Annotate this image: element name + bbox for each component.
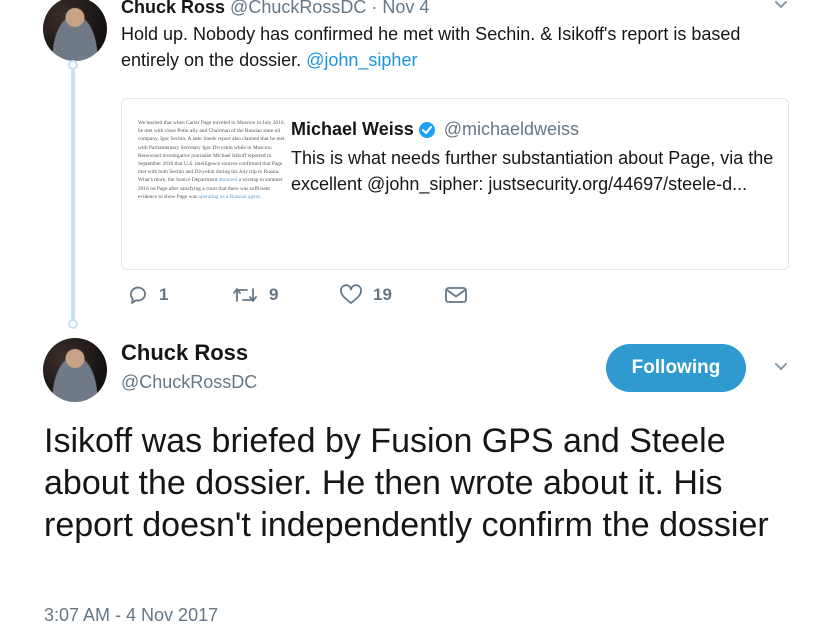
thread-connector xyxy=(71,70,75,326)
reply-count: 1 xyxy=(159,285,169,304)
quoted-header: Michael Weiss @michaeldweiss xyxy=(291,119,579,140)
image-link: operating as a Russian agent xyxy=(198,193,260,200)
main-author-name[interactable]: Chuck Ross xyxy=(121,340,248,366)
mention-link[interactable]: @john_sipher xyxy=(306,50,417,70)
thread-dot-top xyxy=(68,60,78,70)
chevron-down-icon[interactable] xyxy=(774,360,788,374)
avatar[interactable] xyxy=(43,0,107,61)
avatar[interactable] xyxy=(43,338,107,402)
quoted-author-handle: @michaeldweiss xyxy=(443,119,580,139)
quoted-author-name: Michael Weiss xyxy=(291,119,414,139)
like-action[interactable]: 19 xyxy=(339,284,392,306)
author-handle[interactable]: @ChuckRossDC xyxy=(230,0,366,17)
image-text: We learned that when Carter Page travele… xyxy=(138,120,285,184)
reply-header: Chuck Ross @ChuckRossDC · Nov 4 xyxy=(121,0,429,18)
thread-dot-bottom xyxy=(68,319,78,329)
date-separator: · xyxy=(371,0,378,17)
reply-icon xyxy=(130,286,146,304)
like-count: 19 xyxy=(373,285,392,304)
retweet-count: 9 xyxy=(269,285,279,304)
tweet-date[interactable]: Nov 4 xyxy=(382,0,429,17)
retweet-action[interactable]: 9 xyxy=(231,284,278,306)
reply-action[interactable]: 1 xyxy=(127,284,168,306)
reply-tweet-text: Hold up. Nobody has confirmed he met wit… xyxy=(121,21,791,73)
direct-message-icon xyxy=(445,287,467,303)
quoted-tweet-image[interactable]: We learned that when Carter Page travele… xyxy=(138,119,290,201)
quoted-tweet-card[interactable]: We learned that when Carter Page travele… xyxy=(121,98,789,270)
chevron-down-icon[interactable] xyxy=(774,0,788,12)
retweet-icon xyxy=(233,288,257,302)
quoted-tweet-text: This is what needs further substantiatio… xyxy=(291,148,774,194)
image-text: . xyxy=(259,193,262,200)
reply-text: Hold up. Nobody has confirmed he met wit… xyxy=(121,24,741,70)
like-heart-icon xyxy=(340,284,362,304)
direct-message-action[interactable] xyxy=(444,284,468,306)
author-name[interactable]: Chuck Ross xyxy=(121,0,225,17)
verified-badge-icon xyxy=(418,121,435,138)
image-link: obtained xyxy=(218,177,238,184)
following-button[interactable]: Following xyxy=(606,344,746,392)
main-author-handle[interactable]: @ChuckRossDC xyxy=(121,372,257,393)
main-tweet-text: Isikoff was briefed by Fusion GPS and St… xyxy=(44,422,769,544)
tweet-timestamp[interactable]: 3:07 AM - 4 Nov 2017 xyxy=(44,605,218,626)
